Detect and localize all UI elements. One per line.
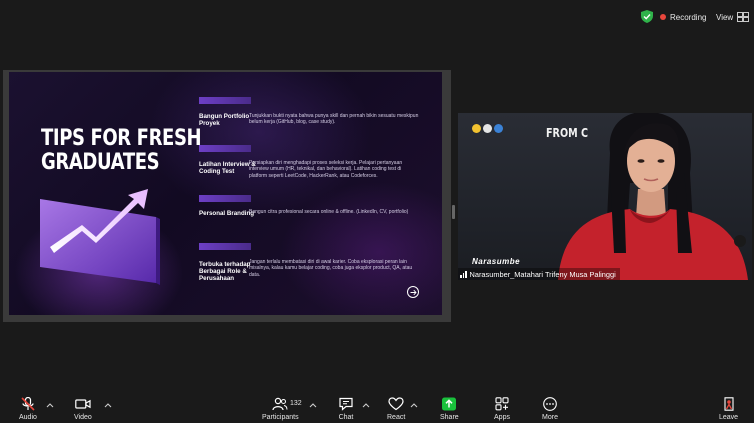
tip-description: Persiapkan diri menghadapi proses seleks… (249, 160, 403, 179)
chat-bubble-icon (339, 397, 353, 411)
apps-label: Apps (494, 414, 510, 421)
view-label: View (716, 12, 734, 22)
video-label: Video (74, 414, 92, 421)
more-dots-icon (543, 397, 557, 411)
tip-description: Bangun citra profesional secara online &… (249, 209, 409, 215)
chat-button[interactable]: Chat (338, 397, 354, 421)
participant-name: Narasumber_Matahari Trifeny Musa Palingg… (469, 269, 616, 279)
background-logos (472, 124, 503, 133)
participants-count: 132 (290, 400, 302, 407)
react-label: React (387, 414, 406, 421)
logo-icon (483, 124, 492, 133)
split-view-drag-handle[interactable] (452, 205, 455, 219)
react-button[interactable]: React (387, 397, 405, 421)
view-button[interactable]: View (716, 9, 750, 25)
heart-react-icon (388, 397, 404, 411)
slide-title-line-1: TIPS FOR FRESH (41, 126, 202, 151)
record-dot-icon (660, 14, 666, 20)
tip-accent-bar (199, 243, 251, 250)
participant-person (558, 113, 748, 280)
video-options-caret-icon[interactable] (104, 402, 112, 408)
recording-label: Recording (670, 12, 707, 22)
apps-grid-icon (495, 397, 509, 411)
presentation-slide: TIPS FOR FRESH GRADUATES Bangun Portfoli… (9, 72, 442, 315)
connection-signal-icon (460, 270, 467, 278)
tip-accent-bar (199, 195, 251, 202)
meeting-toolbar: Audio Video Participants 132 Chat React … (0, 392, 754, 423)
name-overlay-graphic: Narasumbe (472, 257, 521, 266)
leave-button[interactable]: Leave (719, 397, 738, 421)
slide-next-arrow-icon (407, 286, 419, 298)
audio-button[interactable]: Audio (19, 397, 37, 421)
slide-title: TIPS FOR FRESH GRADUATES (41, 126, 202, 175)
audio-label: Audio (19, 414, 37, 421)
audio-options-caret-icon[interactable] (46, 402, 54, 408)
logo-icon (472, 124, 481, 133)
more-label: More (542, 414, 558, 421)
zoom-meeting-window: Recording View TIPS FOR FRESH GRADUATES (0, 0, 754, 423)
more-button[interactable]: More (542, 397, 558, 421)
participant-video-tile[interactable]: FROM CE Narasumbe (458, 113, 752, 280)
slide-title-line-2: GRADUATES (41, 150, 160, 175)
tip-accent-bar (199, 97, 251, 104)
chat-label: Chat (338, 414, 354, 421)
leave-exit-icon (723, 397, 734, 411)
microphone-muted-icon (21, 397, 35, 411)
tip-accent-bar (199, 145, 251, 152)
tip-description: Tunjukkan bukti nyata bahwa punya skill … (249, 113, 419, 126)
security-shield-icon[interactable] (641, 10, 653, 23)
share-label: Share (440, 414, 459, 421)
growth-chart-illustration (40, 189, 160, 285)
tip-description: Jangan terlalu membatasi diri di awal ka… (249, 259, 413, 278)
grid-view-icon (737, 12, 750, 22)
react-options-caret-icon[interactable] (410, 402, 418, 408)
logo-icon (494, 124, 503, 133)
share-screen-icon (442, 397, 457, 411)
participants-icon (272, 397, 288, 411)
recording-indicator[interactable]: Recording (660, 9, 706, 25)
video-button[interactable]: Video (74, 397, 92, 421)
share-button[interactable]: Share (440, 397, 459, 421)
participants-options-caret-icon[interactable] (309, 402, 317, 408)
leave-label: Leave (719, 414, 739, 421)
chat-options-caret-icon[interactable] (362, 402, 370, 408)
video-camera-icon (75, 399, 91, 409)
apps-button[interactable]: Apps (494, 397, 510, 421)
participant-name-label: Narasumber_Matahari Trifeny Musa Palingg… (458, 268, 620, 280)
participants-label: Participants (262, 414, 299, 421)
